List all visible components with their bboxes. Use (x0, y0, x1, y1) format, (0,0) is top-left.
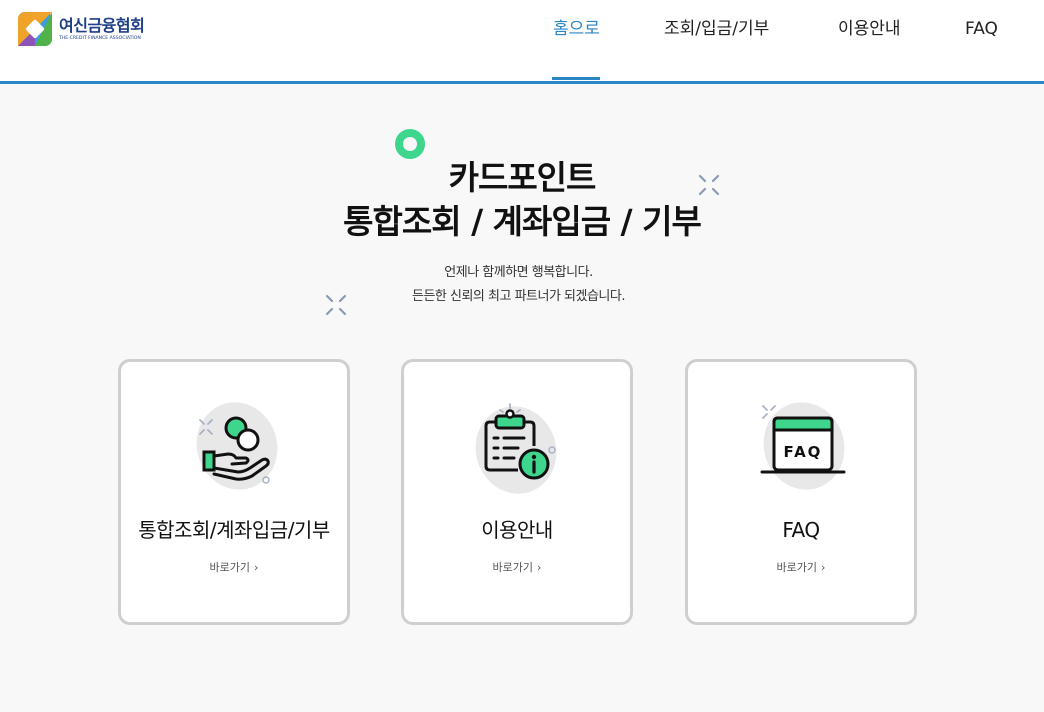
go-link-label: 바로가기 (209, 561, 251, 574)
card-inquiry-deposit-donate[interactable]: 통합조회/계좌입금/기부 바로가기 › (118, 359, 350, 625)
logo[interactable]: 여신금융협회 THE CREDIT FINANCE ASSOCIATION (18, 12, 145, 46)
nav-home[interactable]: 홈으로 (553, 18, 600, 40)
card-title: 통합조회/계좌입금/기부 (138, 518, 330, 542)
go-link[interactable]: 바로가기 › (121, 560, 347, 576)
card-title: 이용안내 (481, 518, 553, 542)
hero-title-line2: 통합조회 / 계좌입금 / 기부 (343, 202, 702, 241)
go-link-label: 바로가기 (776, 561, 818, 574)
go-link-label: 바로가기 (492, 561, 534, 574)
hero-subtitle-line2: 든든한 신뢰의 최고 파트너가 되겠습니다. (412, 289, 625, 304)
hero-subtitle-line1: 언제나 함께하면 행복합니다. (444, 265, 593, 280)
logo-mark-icon (18, 12, 52, 46)
card-guide[interactable]: 이용안내 바로가기 › (401, 359, 633, 625)
go-link[interactable]: 바로가기 › (404, 560, 630, 576)
card-title: FAQ (782, 518, 820, 542)
hero-title-line1: 카드포인트 (448, 158, 597, 197)
logo-korean-name: 여신금융협회 (59, 15, 145, 35)
nav-inquiry-deposit-donate[interactable]: 조회/입금/기부 (664, 18, 769, 40)
nav-faq[interactable]: FAQ (965, 18, 998, 40)
nav-guide[interactable]: 이용안내 (838, 18, 901, 40)
chevron-right-icon: › (537, 561, 542, 574)
svg-text:FAQ: FAQ (784, 443, 823, 461)
nav-active-indicator (552, 77, 600, 80)
chevron-right-icon: › (821, 561, 826, 574)
card-faq[interactable]: FAQ FAQ 바로가기 › (685, 359, 917, 625)
go-link[interactable]: 바로가기 › (688, 560, 914, 576)
logo-english-name: THE CREDIT FINANCE ASSOCIATION (59, 35, 141, 41)
clipboard-info-icon (484, 403, 556, 480)
hand-coins-icon (199, 416, 270, 484)
site-header: 여신금융협회 THE CREDIT FINANCE ASSOCIATION 홈으… (0, 0, 1044, 81)
faq-window-icon: FAQ (760, 405, 846, 474)
header-divider (0, 81, 1044, 84)
logo-text: 여신금융협회 THE CREDIT FINANCE ASSOCIATION (59, 15, 145, 42)
chevron-right-icon: › (254, 561, 259, 574)
